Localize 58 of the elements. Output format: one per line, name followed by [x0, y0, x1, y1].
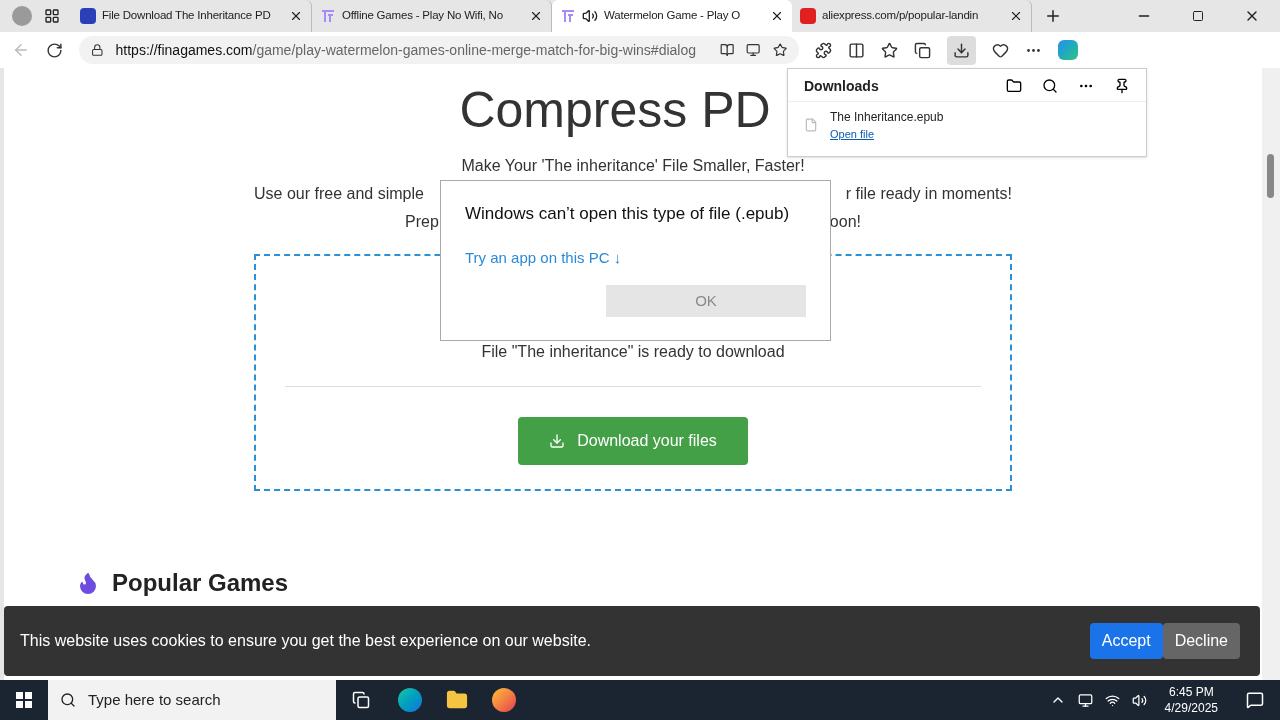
accept-button[interactable]: Accept: [1089, 623, 1163, 659]
download-icon: [549, 433, 566, 449]
reload-icon[interactable]: [46, 41, 63, 59]
tab-title: Watermelon Game - Play O: [604, 8, 741, 24]
windows-logo-icon: [16, 692, 32, 708]
close-icon[interactable]: [289, 9, 303, 23]
description-text: oon!: [829, 212, 861, 232]
extensions-icon[interactable]: [815, 41, 832, 59]
new-tab-icon[interactable]: [1044, 7, 1062, 25]
browser-tab[interactable]: Watermelon Game - Play O: [552, 0, 792, 32]
file-icon: [804, 118, 818, 133]
dialog-message: Windows can’t open this type of file (.epub): [465, 203, 791, 225]
url-text: https://finagames.com/game/play-watermelon-games-online-merge-match-for-big-wins#dialog: [115, 40, 696, 60]
file-name: The Inheritance.epub: [830, 109, 944, 126]
read-aloud-icon[interactable]: [720, 42, 735, 58]
app-link[interactable]: Try an app on this PC ↓: [465, 246, 806, 269]
panel-title: Downloads: [804, 76, 880, 96]
tab-title: Offline Games - Play No Wifi, No: [342, 8, 504, 24]
folder-icon[interactable]: [1006, 78, 1022, 94]
speaker-icon[interactable]: [582, 8, 598, 24]
close-icon[interactable]: [770, 9, 784, 23]
ready-text: File "The inheritance" is ready to download: [481, 342, 785, 362]
description-text: Prep: [405, 212, 439, 232]
close-icon[interactable]: [1009, 9, 1023, 23]
task-view-icon[interactable]: [352, 691, 370, 709]
collections-icon[interactable]: [914, 41, 931, 59]
download-icon: [953, 41, 970, 59]
search-icon[interactable]: [1042, 78, 1058, 94]
description-text: Use our free and simple: [254, 184, 424, 204]
address-bar[interactable]: https://finagames.com/game/play-watermelon-games-online-merge-match-for-big-wins#dialog: [79, 36, 799, 64]
notifications-icon[interactable]: [1246, 691, 1264, 709]
downloads-button[interactable]: [947, 35, 976, 65]
favorite-icon[interactable]: [772, 42, 787, 58]
pin-icon[interactable]: [1114, 78, 1130, 94]
description-text: r file ready in moments!: [845, 184, 1012, 204]
section-title: Popular Games: [112, 568, 289, 598]
tab-actions-icon[interactable]: [44, 8, 60, 24]
decline-button[interactable]: Decline: [1162, 623, 1240, 659]
network-icon[interactable]: [1104, 692, 1120, 708]
lock-icon: [91, 43, 104, 57]
close-icon[interactable]: [529, 9, 543, 23]
letter-mark-icon: [320, 8, 336, 24]
subtitle: Make Your 'The inheritance' File Smaller, Faster!: [461, 156, 805, 176]
restore-icon[interactable]: [1192, 10, 1204, 22]
page-heading: Compress PD: [459, 81, 772, 140]
volume-icon[interactable]: [1131, 692, 1147, 708]
open-file-link[interactable]: Open file: [830, 126, 944, 143]
taskbar-search-field[interactable]: Type here to search: [48, 680, 336, 720]
file-explorer-icon[interactable]: [446, 689, 468, 711]
device-icon[interactable]: [1077, 692, 1093, 708]
split-screen-icon[interactable]: [848, 41, 865, 59]
letter-mark-icon: [560, 8, 576, 24]
tab-title: File Download The Inheritance PD: [102, 8, 272, 24]
search-icon: [60, 692, 76, 708]
tab-title: aliexpress.com/p/popular-landin: [822, 8, 980, 24]
favorites-icon[interactable]: [881, 41, 898, 59]
cookie-message: This website uses cookies to ensure you get the best experience on our website.: [20, 631, 592, 651]
clock[interactable]: 6:45 PM 4/29/2025: [1164, 684, 1218, 716]
